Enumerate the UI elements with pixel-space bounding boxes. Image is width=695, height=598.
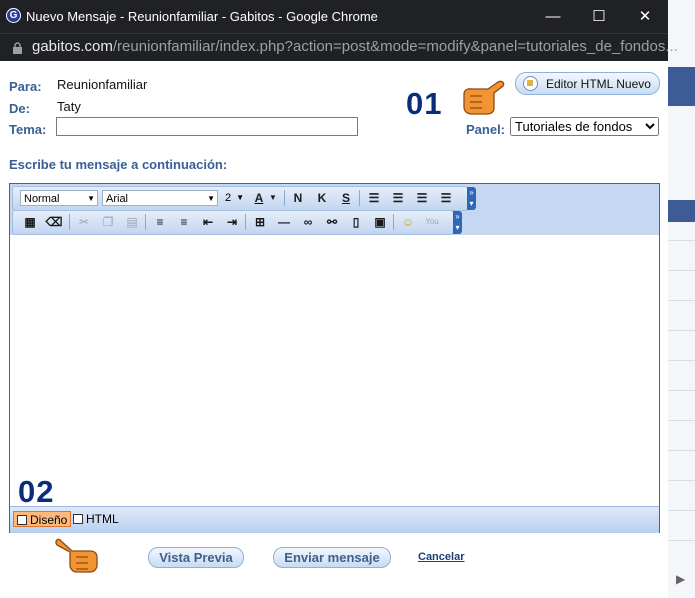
editor-content-area[interactable] bbox=[10, 235, 659, 506]
paste-icon[interactable]: ▤ bbox=[123, 214, 141, 230]
pointing-hand-icon bbox=[458, 80, 506, 121]
toolbar-row-1: Normal ▼ Arial ▼ 2 ▼ A ▼ N K S ☰ ☰ ☰ ☰ » ▾ bbox=[12, 186, 476, 211]
color-dropdown-icon[interactable]: ▼ bbox=[268, 190, 278, 206]
para-label: Para: bbox=[9, 79, 42, 94]
chevron-down-icon: ▼ bbox=[207, 194, 215, 203]
editor-toolbar: Normal ▼ Arial ▼ 2 ▼ A ▼ N K S ☰ ☰ ☰ ☰ » ▾ ▦… bbox=[10, 184, 659, 235]
editor-icon bbox=[523, 76, 538, 91]
copy-icon[interactable]: ❐ bbox=[99, 214, 117, 230]
send-button[interactable]: Enviar mensaje bbox=[273, 547, 391, 568]
horizontal-rule-icon[interactable]: — bbox=[275, 214, 293, 230]
rich-text-editor: Normal ▼ Arial ▼ 2 ▼ A ▼ N K S ☰ ☰ ☰ ☰ » ▾ ▦… bbox=[9, 183, 660, 533]
youtube-icon[interactable]: You bbox=[423, 214, 441, 230]
tema-label: Tema: bbox=[9, 122, 47, 137]
chevron-down-icon: ▼ bbox=[236, 193, 244, 202]
eraser-icon[interactable]: ⌫ bbox=[45, 214, 63, 230]
step-01-label: 01 bbox=[406, 86, 443, 121]
link-icon[interactable]: ∞ bbox=[299, 214, 317, 230]
unordered-list-icon[interactable]: ≡ bbox=[175, 214, 193, 230]
align-left-icon[interactable]: ☰ bbox=[365, 190, 383, 206]
table-icon[interactable]: ⊞ bbox=[251, 214, 269, 230]
de-label: De: bbox=[9, 101, 30, 116]
window-titlebar: G Nuevo Mensaje - Reunionfamiliar - Gabi… bbox=[0, 0, 668, 33]
panel-label: Panel: bbox=[466, 122, 506, 137]
step-02-label: 02 bbox=[18, 474, 55, 509]
align-center-icon[interactable]: ☰ bbox=[389, 190, 407, 206]
cancel-link[interactable]: Cancelar bbox=[418, 551, 464, 563]
para-value: Reunionfamiliar bbox=[57, 77, 148, 92]
pointing-hand-icon bbox=[54, 538, 100, 579]
scroll-arrow-icon[interactable]: ▶ bbox=[676, 572, 685, 586]
align-justify-icon[interactable]: ☰ bbox=[437, 190, 455, 206]
font-color-button[interactable]: A bbox=[250, 190, 268, 206]
design-icon bbox=[17, 515, 27, 525]
strikethrough-button[interactable]: S bbox=[337, 190, 355, 206]
style-dropdown[interactable]: Normal ▼ bbox=[20, 190, 98, 206]
smiley-icon[interactable]: ☺ bbox=[399, 214, 417, 230]
toolbar-expand-icon[interactable]: » ▾ bbox=[453, 211, 462, 234]
cut-icon[interactable]: ✂ bbox=[75, 214, 93, 230]
ordered-list-icon[interactable]: ≡ bbox=[151, 214, 169, 230]
toolbar-row-2: ▦ ⌫ ✂ ❐ ▤ ≡ ≡ ⇤ ⇥ ⊞ — ∞ ⚯ ▯ ▣ ☺ You » ▾ bbox=[12, 210, 462, 235]
close-button[interactable]: ✕ bbox=[622, 0, 668, 33]
minimize-button[interactable]: — bbox=[530, 0, 576, 33]
url-text[interactable]: gabitos.com/reunionfamiliar/index.php?ac… bbox=[32, 38, 678, 55]
image-icon[interactable]: ▣ bbox=[371, 214, 389, 230]
gabitos-logo-icon: G bbox=[6, 8, 21, 23]
maximize-button[interactable]: ☐ bbox=[576, 0, 622, 33]
outdent-icon[interactable]: ⇤ bbox=[199, 214, 217, 230]
font-dropdown[interactable]: Arial ▼ bbox=[102, 190, 218, 206]
preview-button[interactable]: Vista Previa bbox=[148, 547, 244, 568]
editor-mode-bar: Diseño HTML bbox=[10, 506, 659, 533]
chevron-down-icon: ▼ bbox=[87, 194, 95, 203]
italic-button[interactable]: K bbox=[313, 190, 331, 206]
bold-button[interactable]: N bbox=[289, 190, 307, 206]
editor-html-nuevo-button[interactable]: Editor HTML Nuevo bbox=[515, 72, 660, 95]
lock-icon bbox=[13, 41, 22, 54]
window-title: Nuevo Mensaje - Reunionfamiliar - Gabito… bbox=[26, 9, 378, 24]
align-right-icon[interactable]: ☰ bbox=[413, 190, 431, 206]
address-bar[interactable]: gabitos.com/reunionfamiliar/index.php?ac… bbox=[0, 33, 678, 61]
background-page: ▶ bbox=[668, 0, 695, 598]
tema-input[interactable] bbox=[56, 117, 358, 136]
instructions-text: Escribe tu mensaje a continuación: bbox=[9, 157, 228, 172]
document-icon[interactable]: ▯ bbox=[347, 214, 365, 230]
design-tab[interactable]: Diseño bbox=[13, 511, 72, 527]
toolbar-expand-icon[interactable]: » ▾ bbox=[467, 187, 476, 210]
unlink-icon[interactable]: ⚯ bbox=[323, 214, 341, 230]
html-tab[interactable]: HTML bbox=[70, 511, 122, 527]
panel-select[interactable]: Tutoriales de fondos bbox=[510, 117, 659, 136]
de-value: Taty bbox=[57, 99, 81, 114]
size-dropdown[interactable]: 2 ▼ bbox=[222, 190, 246, 206]
html-icon bbox=[73, 514, 83, 524]
indent-icon[interactable]: ⇥ bbox=[223, 214, 241, 230]
select-all-icon[interactable]: ▦ bbox=[21, 214, 39, 230]
